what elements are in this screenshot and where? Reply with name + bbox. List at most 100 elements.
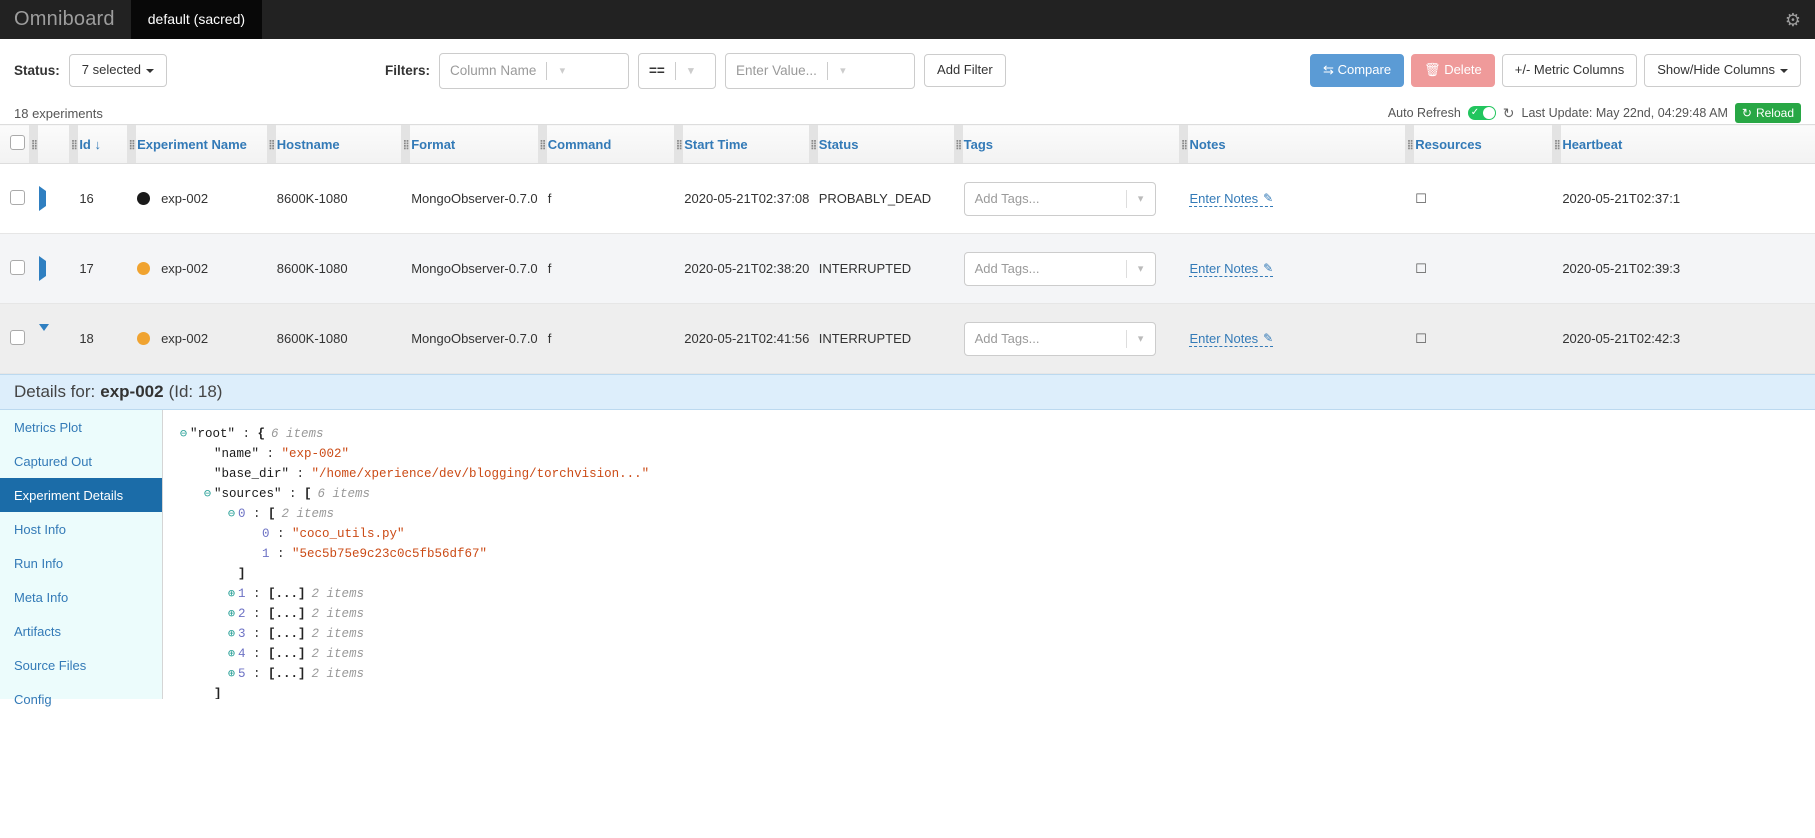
- column-header-resources[interactable]: ⣿Resources: [1405, 125, 1552, 164]
- column-resize-handle[interactable]: ⣿: [1405, 125, 1414, 163]
- json-brace: [...]: [268, 607, 306, 621]
- details-tab-experiment-details[interactable]: Experiment Details: [0, 478, 162, 512]
- filter-operator-select[interactable]: == ▾: [638, 53, 716, 89]
- cell-start-time: 2020-05-21T02:38:20: [674, 234, 808, 304]
- tags-select[interactable]: Add Tags...▾: [964, 182, 1156, 216]
- chevron-down-icon[interactable]: [39, 324, 49, 346]
- expand-icon[interactable]: ⊕: [225, 644, 238, 664]
- chevron-down-icon[interactable]: ▾: [1127, 332, 1155, 345]
- expand-icon[interactable]: ⊕: [225, 624, 238, 644]
- cell-hostname: 8600K-1080: [267, 164, 401, 234]
- column-resize-handle[interactable]: ⣿: [267, 125, 276, 163]
- chevron-right-icon[interactable]: [39, 256, 46, 281]
- details-tab-host-info[interactable]: Host Info: [0, 512, 162, 546]
- details-tab-artifacts[interactable]: Artifacts: [0, 614, 162, 648]
- details-tab-source-files[interactable]: Source Files: [0, 648, 162, 682]
- table-row[interactable]: 18exp-0028600K-1080MongoObserver-0.7.0f2…: [0, 304, 1815, 374]
- details-tab-meta-info[interactable]: Meta Info: [0, 580, 162, 614]
- column-resize-handle[interactable]: ⣿: [809, 125, 818, 163]
- chevron-down-icon[interactable]: ▾: [828, 64, 858, 77]
- column-resize-handle[interactable]: ⣿: [69, 125, 78, 163]
- column-resize-handle[interactable]: ⣿: [954, 125, 963, 163]
- status-dropdown-button[interactable]: 7 selected: [69, 54, 167, 87]
- row-checkbox[interactable]: [10, 330, 25, 345]
- column-header-tags[interactable]: ⣿Tags: [954, 125, 1180, 164]
- column-resize-handle[interactable]: ⣿: [29, 125, 38, 163]
- enter-notes-label: Enter Notes: [1189, 191, 1258, 206]
- chevron-down-icon[interactable]: ▾: [547, 64, 577, 77]
- enter-notes-link[interactable]: Enter Notes✎: [1189, 331, 1273, 347]
- json-key: 0: [238, 507, 246, 521]
- delete-button[interactable]: 🗑 Delete: [1411, 54, 1495, 87]
- compare-button[interactable]: ⇆ Compare: [1310, 54, 1404, 87]
- column-header-format[interactable]: ⣿Format: [401, 125, 538, 164]
- details-tab-label: Run Info: [14, 556, 63, 571]
- table-row[interactable]: 16exp-0028600K-1080MongoObserver-0.7.0f2…: [0, 164, 1815, 234]
- column-resize-handle[interactable]: ⣿: [674, 125, 683, 163]
- column-resize-handle[interactable]: ⣿: [1552, 125, 1561, 163]
- show-hide-columns-button[interactable]: Show/Hide Columns: [1644, 54, 1801, 87]
- column-header-experiment-name[interactable]: ⣿Experiment Name: [127, 125, 267, 164]
- auto-refresh-toggle[interactable]: ✓: [1468, 106, 1496, 120]
- details-tab-run-info[interactable]: Run Info: [0, 546, 162, 580]
- column-resize-handle[interactable]: ⣿: [538, 125, 547, 163]
- column-header-status[interactable]: ⣿Status: [809, 125, 954, 164]
- enter-notes-link[interactable]: Enter Notes✎: [1189, 261, 1273, 277]
- reload-button[interactable]: ↻Reload: [1735, 103, 1801, 123]
- collapse-icon[interactable]: ⊖: [201, 484, 214, 504]
- show-hide-columns-label: Show/Hide Columns: [1657, 62, 1775, 77]
- column-header-start-time[interactable]: ⣿Start Time: [674, 125, 808, 164]
- cell-resources: ☐: [1405, 304, 1552, 374]
- tags-select[interactable]: Add Tags...▾: [964, 252, 1156, 286]
- select-all-checkbox[interactable]: [10, 135, 25, 150]
- gear-icon[interactable]: ⚙: [1785, 11, 1801, 29]
- enter-notes-label: Enter Notes: [1189, 331, 1258, 346]
- row-checkbox[interactable]: [10, 190, 25, 205]
- filter-column-select[interactable]: Column Name ▾: [439, 53, 629, 89]
- details-header-name: exp-002: [100, 382, 163, 402]
- filter-value-input[interactable]: Enter Value... ▾: [725, 53, 915, 89]
- app-brand[interactable]: Omniboard: [0, 0, 131, 39]
- column-header-command[interactable]: ⣿Command: [538, 125, 675, 164]
- column-header-heartbeat[interactable]: ⣿Heartbeat: [1552, 125, 1815, 164]
- details-tab-metrics-plot[interactable]: Metrics Plot: [0, 410, 162, 444]
- chevron-down-icon[interactable]: ▾: [676, 64, 706, 77]
- details-tab-config[interactable]: Config: [0, 682, 162, 716]
- chevron-down-icon[interactable]: ▾: [1127, 262, 1155, 275]
- column-resize-handle[interactable]: ⣿: [401, 125, 410, 163]
- column-header-hostname[interactable]: ⣿Hostname: [267, 125, 401, 164]
- tags-select[interactable]: Add Tags...▾: [964, 322, 1156, 356]
- filter-column-placeholder: Column Name: [440, 63, 546, 78]
- status-filter-group: Status: 7 selected: [14, 54, 167, 87]
- column-header-id[interactable]: ⣿Id ↓: [69, 125, 127, 164]
- metric-columns-button[interactable]: +/- Metric Columns: [1502, 54, 1637, 87]
- add-filter-button[interactable]: Add Filter: [924, 54, 1006, 87]
- chevron-down-icon: [146, 69, 154, 73]
- expand-icon[interactable]: ⊕: [225, 604, 238, 624]
- json-item-count: 2 items: [276, 507, 335, 521]
- resources-value: ☐: [1415, 331, 1427, 346]
- collapse-icon[interactable]: ⊖: [225, 504, 238, 524]
- sort-desc-icon: ↓: [95, 137, 102, 152]
- tags-placeholder: Add Tags...: [965, 261, 1126, 276]
- json-brace: [...]: [268, 587, 306, 601]
- expand-icon[interactable]: ⊕: [225, 584, 238, 604]
- row-expand-cell: [29, 234, 69, 304]
- nav-tab-database[interactable]: default (sacred): [131, 0, 262, 39]
- column-resize-handle[interactable]: ⣿: [1179, 125, 1188, 163]
- cell-status: PROBABLY_DEAD: [809, 164, 954, 234]
- column-header-notes[interactable]: ⣿Notes: [1179, 125, 1405, 164]
- enter-notes-link[interactable]: Enter Notes✎: [1189, 191, 1273, 207]
- expand-icon[interactable]: ⊕: [225, 664, 238, 684]
- chevron-right-icon[interactable]: [39, 186, 46, 211]
- json-separator: :: [259, 447, 282, 461]
- table-row[interactable]: 17exp-0028600K-1080MongoObserver-0.7.0f2…: [0, 234, 1815, 304]
- json-separator: :: [246, 627, 269, 641]
- column-resize-handle[interactable]: ⣿: [127, 125, 136, 163]
- collapse-icon[interactable]: ⊖: [177, 424, 190, 444]
- row-checkbox[interactable]: [10, 260, 25, 275]
- sync-icon[interactable]: ↻: [1503, 105, 1515, 122]
- last-update-text: Last Update: May 22nd, 04:29:48 AM: [1522, 106, 1728, 120]
- details-tab-captured-out[interactable]: Captured Out: [0, 444, 162, 478]
- chevron-down-icon[interactable]: ▾: [1127, 192, 1155, 205]
